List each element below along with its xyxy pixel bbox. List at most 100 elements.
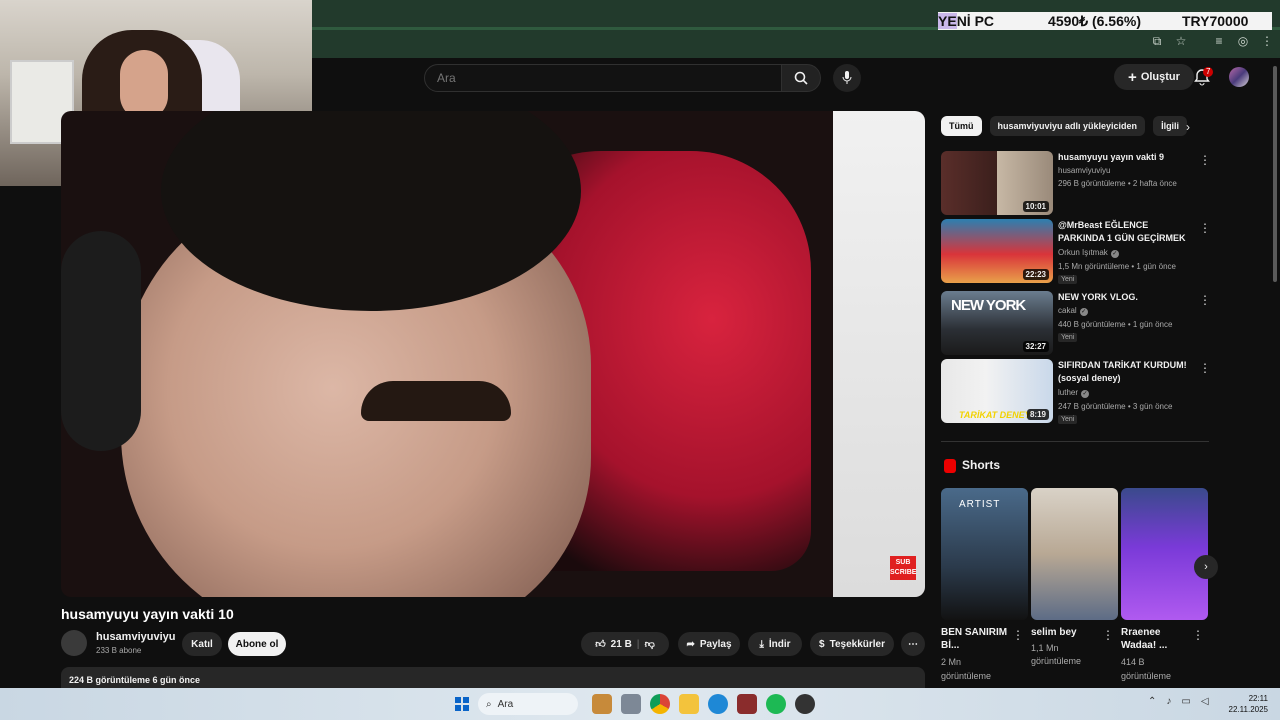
thanks-button[interactable]: $ Teşekkürler [810,632,894,656]
video-thumbnail[interactable]: NEW YORK 32:27 [941,291,1053,355]
new-badge: Yeni [1058,333,1078,342]
verified-icon: ✓ [1081,390,1090,398]
volume-icon[interactable]: ◁ [1201,696,1209,707]
channel-name[interactable]: luther ✓ [1058,388,1090,398]
taskbar-search[interactable]: ⌕ Ara [478,693,578,715]
taskbar-apps [592,694,815,714]
new-badge: Yeni [1058,415,1078,424]
plus-icon: + [1128,68,1137,86]
voice-search-button[interactable] [833,64,861,92]
profile-icon[interactable]: ◎ [1236,34,1250,48]
chevron-right-icon[interactable]: › [1194,555,1218,579]
more-actions-button[interactable]: ⋯ [901,632,925,656]
subscribe-button[interactable]: Abone ol [228,632,286,656]
short-views-label: görüntüleme [941,671,992,681]
video-meta: 247 B görüntüleme • 3 gün önce [1058,402,1173,411]
verified-icon: ✓ [1079,308,1088,316]
short-title[interactable]: BEN SANIRIM Bİ... [941,626,1013,652]
dislike-icon[interactable]: 👎︎ [645,638,655,650]
download-button[interactable]: ⤓ İndir [748,632,802,656]
more-horizontal-icon: ⋯ [908,638,918,650]
duration: 8:19 [1026,409,1049,420]
more-vertical-icon[interactable]: ⋮ [1012,628,1024,642]
browser-icons: ⧉ ☆ ≡ ◎ ⋮ [1150,34,1274,48]
media-icon[interactable]: ≡ [1212,34,1226,48]
ticker-target: TRY70000 [1182,13,1249,29]
search-button[interactable] [781,64,821,92]
app-icon[interactable] [737,694,757,714]
create-button[interactable]: + Oluştur [1114,64,1194,90]
video-player[interactable] [61,111,925,597]
short-views-label: görüntüleme [1031,656,1082,666]
channel-name[interactable]: cakal ✓ [1058,306,1088,316]
verified-icon: ✓ [1110,250,1119,258]
duration: 22:23 [1022,269,1049,280]
video-meta: 296 B görüntüleme • 2 hafta önce [1058,179,1177,188]
app-icon[interactable] [592,694,612,714]
thanks-icon: $ [819,638,825,650]
video-thumbnail[interactable]: 22:23 [941,219,1053,283]
channel-name[interactable]: husamviyuviyu [96,631,175,643]
short-title[interactable]: selim bey [1031,626,1103,639]
more-vertical-icon[interactable]: ⋮ [1192,628,1204,642]
bookmark-star-icon[interactable]: ☆ [1174,34,1188,48]
share-button[interactable]: ➦ Paylaş [678,632,740,656]
chip-related[interactable]: İlgili [1153,116,1188,136]
install-icon[interactable]: ⧉ [1150,34,1164,48]
video-title[interactable]: husamyuyu yayın vakti 9 [1058,151,1188,164]
search-input[interactable] [435,70,739,86]
app-icon[interactable] [795,694,815,714]
windows-start-icon[interactable] [455,697,469,711]
microphone-icon [842,71,852,84]
spotify-icon[interactable] [766,694,786,714]
taskbar-search-label: Ara [497,698,514,710]
edge-icon[interactable] [708,694,728,714]
related-video[interactable]: NEW YORK 32:27 NEW YORK VLOG. cakal ✓ 440… [941,291,1211,355]
related-video[interactable]: 10:01 husamyuyu yayın vakti 9 husamviyuv… [941,151,1211,215]
shorts-heading: Shorts [962,458,1001,472]
chevron-up-icon[interactable]: ⌃ [1148,696,1156,707]
like-icon[interactable]: 👍︎ [595,638,605,650]
short-title[interactable]: Rraenee Wadaa! ... [1121,626,1193,652]
search-box[interactable] [424,64,783,92]
account-avatar[interactable] [1229,67,1249,87]
app-icon[interactable] [621,694,641,714]
channel-avatar[interactable] [61,630,87,656]
channel-name[interactable]: husamviyuviyu [1058,166,1110,175]
short-views: 1,1 Mn [1031,643,1059,653]
duration: 10:01 [1022,201,1049,212]
file-explorer-icon[interactable] [679,694,699,714]
more-vertical-icon[interactable]: ⋮ [1102,628,1114,642]
related-video[interactable]: 22:23 @MrBeast EĞLENCE PARKINDA 1 GÜN GE… [941,219,1211,284]
more-vertical-icon[interactable]: ⋮ [1199,153,1211,167]
more-vertical-icon[interactable]: ⋮ [1199,221,1211,235]
more-vertical-icon[interactable]: ⋮ [1199,361,1211,375]
video-title[interactable]: @MrBeast EĞLENCE PARKINDA 1 GÜN GEÇİRMEK [1058,219,1188,245]
microphone-icon[interactable]: ♪ [1166,696,1171,707]
subscribe-watermark[interactable]: SUB SCRIBE [890,556,916,580]
more-vertical-icon[interactable]: ⋮ [1199,293,1211,307]
video-title[interactable]: SIFIRDAN TARİKAT KURDUM! (sosyal deney) [1058,359,1188,385]
scrollbar-thumb[interactable] [1273,66,1277,282]
short-thumbnail[interactable] [1121,488,1208,620]
video-title[interactable]: NEW YORK VLOG. [1058,291,1188,304]
related-video[interactable]: TARİKAT DENEY 8:19 SIFIRDAN TARİKAT KURD… [941,359,1211,424]
network-icon[interactable]: ▭ [1181,696,1190,707]
taskbar-clock[interactable]: 22:11 22.11.2025 [1222,693,1268,715]
channel-name[interactable]: Orkun Işıtmak ✓ [1058,248,1119,258]
system-tray: ⌃ ♪ ▭ ◁ [1148,696,1209,707]
short-thumbnail[interactable] [1031,488,1118,620]
chip-from-uploader[interactable]: husamviyuviyu adlı yükleyiciden [989,116,1146,136]
create-label: Oluştur [1140,71,1180,83]
chrome-icon[interactable] [650,694,670,714]
menu-icon[interactable]: ⋮ [1260,34,1274,48]
video-thumbnail[interactable]: TARİKAT DENEY 8:19 [941,359,1053,423]
ticker-name: Nİ PC [956,13,995,29]
search-icon: ⌕ [486,698,492,710]
short-thumbnail[interactable]: ARTIST [941,488,1028,620]
chip-all[interactable]: Tümü [941,116,982,136]
like-count[interactable]: 21 B [611,639,632,650]
join-button[interactable]: Katıl [182,632,222,656]
video-thumbnail[interactable]: 10:01 [941,151,1053,215]
chevron-right-icon[interactable]: › [1186,120,1190,134]
